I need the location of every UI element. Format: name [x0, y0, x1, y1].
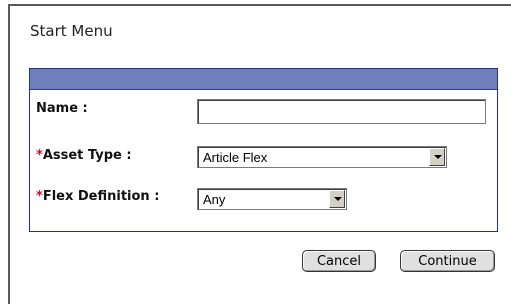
- cancel-button[interactable]: Cancel: [302, 250, 376, 272]
- flex-definition-select[interactable]: Any: [197, 188, 347, 210]
- name-label: Name :: [36, 101, 88, 116]
- required-marker: *: [36, 148, 43, 163]
- asset-type-label: *Asset Type :: [36, 148, 132, 163]
- page-title: Start Menu: [30, 22, 113, 40]
- continue-button[interactable]: Continue: [400, 250, 495, 272]
- required-marker: *: [36, 189, 43, 204]
- asset-type-label-text: Asset Type :: [42, 148, 132, 163]
- name-input[interactable]: [197, 99, 486, 124]
- flex-definition-label: *Flex Definition :: [36, 189, 159, 204]
- start-menu-form-panel: Name : *Asset Type : Article Flex *Flex …: [29, 68, 498, 232]
- chevron-down-icon[interactable]: [329, 190, 345, 208]
- chevron-down-icon[interactable]: [429, 148, 445, 166]
- panel-header-bar: [30, 69, 497, 90]
- flex-definition-selected-value: Any: [203, 192, 226, 207]
- flex-definition-label-text: Flex Definition :: [42, 189, 160, 204]
- asset-type-selected-value: Article Flex: [203, 150, 268, 165]
- asset-type-select[interactable]: Article Flex: [197, 146, 447, 168]
- name-label-text: Name :: [36, 101, 88, 116]
